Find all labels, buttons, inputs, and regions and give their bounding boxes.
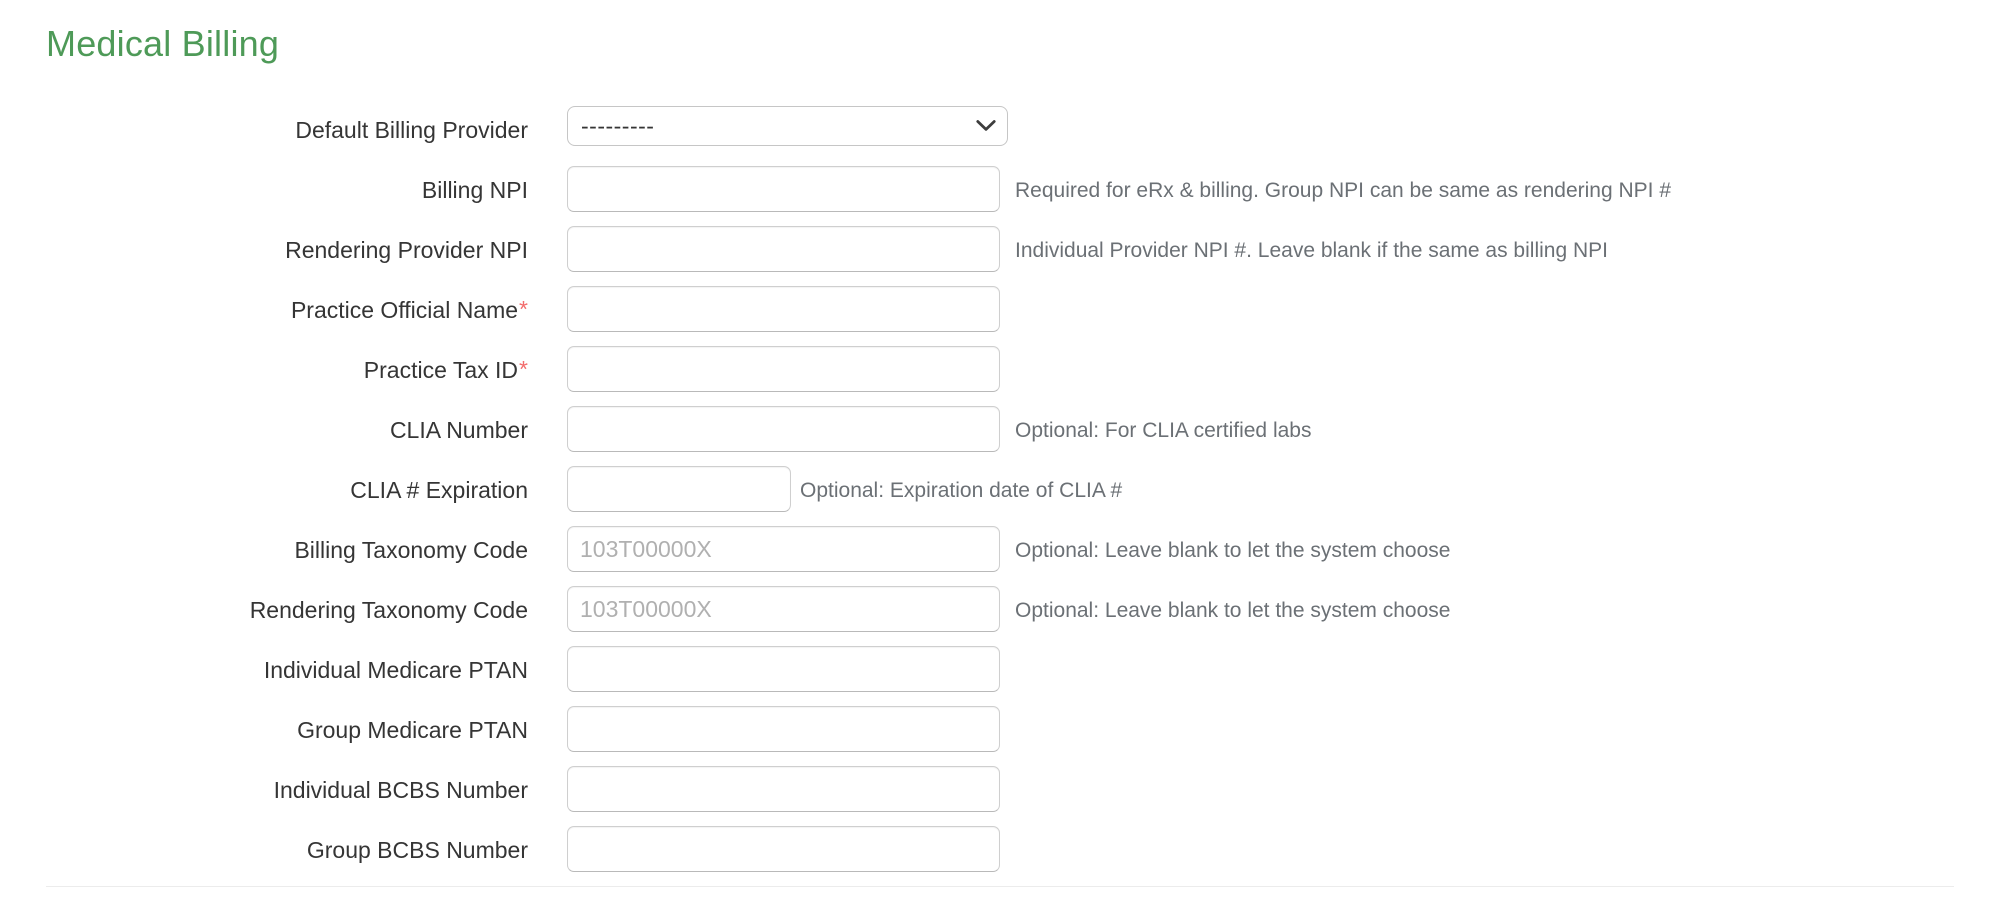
label-text: Rendering Taxonomy Code	[249, 597, 528, 623]
form-row-group-bcbs-number: Group BCBS Number	[0, 826, 2004, 886]
input-clia-expiration[interactable]	[567, 466, 791, 512]
field-clia-expiration	[567, 466, 791, 512]
form-row-clia-number: CLIA Number Optional: For CLIA certified …	[0, 406, 2004, 466]
label-text: Individual Medicare PTAN	[263, 657, 528, 683]
input-billing-npi[interactable]	[567, 166, 1000, 212]
help-text-rendering-provider-npi: Individual Provider NPI #. Leave blank i…	[1015, 239, 1608, 262]
label-practice-official-name: Practice Official Name*	[0, 286, 528, 324]
field-individual-bcbs-number	[567, 766, 1000, 812]
form-row-individual-bcbs-number: Individual BCBS Number	[0, 766, 2004, 826]
required-asterisk-icon: *	[519, 296, 528, 322]
label-individual-bcbs-number: Individual BCBS Number	[0, 766, 528, 804]
label-text: CLIA Number	[389, 417, 528, 443]
field-group-medicare-ptan	[567, 706, 1000, 752]
field-rendering-taxonomy-code	[567, 586, 1000, 632]
label-text: Individual BCBS Number	[273, 777, 528, 803]
input-group-bcbs-number[interactable]	[567, 826, 1000, 872]
form-row-billing-npi: Billing NPI Required for eRx & billing. G…	[0, 166, 2004, 226]
help-text-billing-taxonomy-code: Optional: Leave blank to let the system …	[1015, 539, 1451, 562]
label-text: Practice Official Name	[290, 297, 519, 323]
help-text-rendering-taxonomy-code: Optional: Leave blank to let the system …	[1015, 599, 1451, 622]
form-row-billing-taxonomy-code: Billing Taxonomy Code Optional: Leave bla…	[0, 526, 2004, 586]
field-practice-tax-id	[567, 346, 1000, 392]
form-row-clia-expiration: CLIA # Expiration Optional: Expiration da…	[0, 466, 2004, 526]
field-default-billing-provider: ---------	[567, 106, 1008, 146]
form-row-practice-official-name: Practice Official Name*	[0, 286, 2004, 346]
label-text: Rendering Provider NPI	[285, 237, 528, 263]
medical-billing-page: Medical Billing Default Billing Provider…	[0, 0, 2004, 904]
label-text: Billing NPI	[421, 177, 528, 203]
label-clia-expiration: CLIA # Expiration	[0, 466, 528, 504]
label-group-bcbs-number: Group BCBS Number	[0, 826, 528, 864]
label-rendering-provider-npi: Rendering Provider NPI	[0, 226, 528, 264]
label-individual-medicare-ptan: Individual Medicare PTAN	[0, 646, 528, 684]
required-asterisk-icon: *	[519, 356, 528, 382]
label-text: Billing Taxonomy Code	[294, 537, 528, 563]
medical-billing-form: Default Billing Provider --------- Billing…	[0, 106, 2004, 886]
label-default-billing-provider: Default Billing Provider	[0, 106, 528, 144]
label-billing-taxonomy-code: Billing Taxonomy Code	[0, 526, 528, 564]
label-text: Group Medicare PTAN	[297, 717, 528, 743]
field-billing-taxonomy-code	[567, 526, 1000, 572]
help-text-clia-number: Optional: For CLIA certified labs	[1015, 419, 1312, 442]
label-text: Practice Tax ID	[363, 357, 519, 383]
label-group-medicare-ptan: Group Medicare PTAN	[0, 706, 528, 744]
form-row-practice-tax-id: Practice Tax ID*	[0, 346, 2004, 406]
label-rendering-taxonomy-code: Rendering Taxonomy Code	[0, 586, 528, 624]
input-clia-number[interactable]	[567, 406, 1000, 452]
field-group-bcbs-number	[567, 826, 1000, 872]
label-text: CLIA # Expiration	[350, 477, 528, 503]
label-practice-tax-id: Practice Tax ID*	[0, 346, 528, 384]
form-row-rendering-taxonomy-code: Rendering Taxonomy Code Optional: Leave b…	[0, 586, 2004, 646]
input-group-medicare-ptan[interactable]	[567, 706, 1000, 752]
select-default-billing-provider-value[interactable]: ---------	[567, 106, 1008, 146]
field-clia-number	[567, 406, 1000, 452]
page-title: Medical Billing	[46, 23, 280, 64]
help-text-billing-npi: Required for eRx & billing. Group NPI ca…	[1015, 179, 1671, 202]
input-rendering-provider-npi[interactable]	[567, 226, 1000, 272]
field-individual-medicare-ptan	[567, 646, 1000, 692]
form-row-default-billing-provider: Default Billing Provider ---------	[0, 106, 2004, 166]
label-billing-npi: Billing NPI	[0, 166, 528, 204]
input-individual-bcbs-number[interactable]	[567, 766, 1000, 812]
form-row-individual-medicare-ptan: Individual Medicare PTAN	[0, 646, 2004, 706]
input-billing-taxonomy-code[interactable]	[567, 526, 1000, 572]
select-default-billing-provider[interactable]: ---------	[567, 106, 1008, 146]
form-row-rendering-provider-npi: Rendering Provider NPI Individual Provide…	[0, 226, 2004, 286]
input-individual-medicare-ptan[interactable]	[567, 646, 1000, 692]
label-text: Default Billing Provider	[295, 117, 528, 143]
section-divider	[46, 886, 1954, 887]
field-rendering-provider-npi	[567, 226, 1000, 272]
label-clia-number: CLIA Number	[0, 406, 528, 444]
help-text-clia-expiration: Optional: Expiration date of CLIA #	[800, 479, 1123, 502]
input-rendering-taxonomy-code[interactable]	[567, 586, 1000, 632]
field-billing-npi	[567, 166, 1000, 212]
input-practice-tax-id[interactable]	[567, 346, 1000, 392]
form-row-group-medicare-ptan: Group Medicare PTAN	[0, 706, 2004, 766]
label-text: Group BCBS Number	[306, 837, 528, 863]
input-practice-official-name[interactable]	[567, 286, 1000, 332]
field-practice-official-name	[567, 286, 1000, 332]
